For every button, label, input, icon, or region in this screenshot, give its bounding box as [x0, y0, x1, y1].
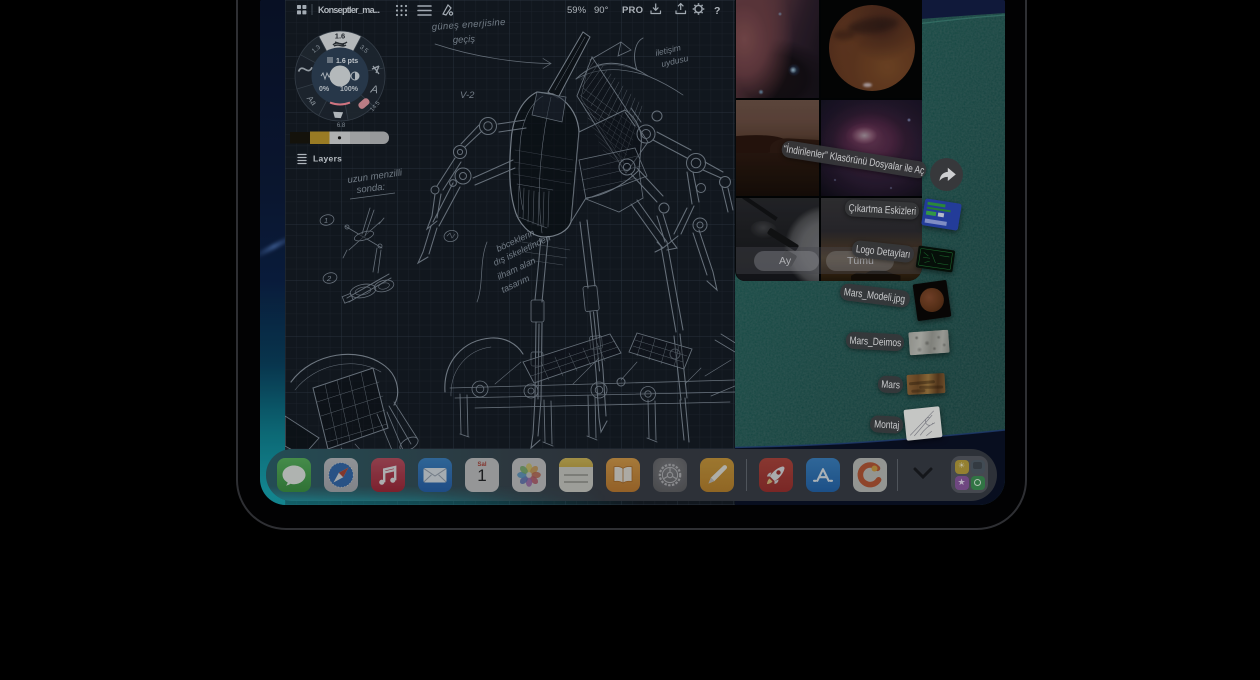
svg-text:59%: 59%: [567, 5, 587, 16]
svg-text:6.8: 6.8: [337, 123, 346, 129]
svg-text:100%: 100%: [340, 86, 359, 93]
svg-text:A: A: [369, 83, 379, 96]
svg-text:V-2: V-2: [460, 90, 475, 101]
svg-text:Layers: Layers: [313, 154, 342, 164]
svg-text:1.6 pts: 1.6 pts: [336, 58, 358, 65]
svg-text:2: 2: [326, 274, 332, 283]
svg-text:geçiş: geçiş: [453, 34, 476, 46]
svg-text:?: ?: [714, 5, 720, 17]
svg-text:1: 1: [324, 216, 328, 225]
svg-text:1.6: 1.6: [335, 32, 345, 41]
svg-text:90°: 90°: [594, 5, 609, 16]
svg-text:0%: 0%: [319, 86, 330, 93]
svg-text:PRO: PRO: [622, 5, 643, 16]
svg-text:Konseptler_ma...: Konseptler_ma...: [318, 5, 380, 15]
